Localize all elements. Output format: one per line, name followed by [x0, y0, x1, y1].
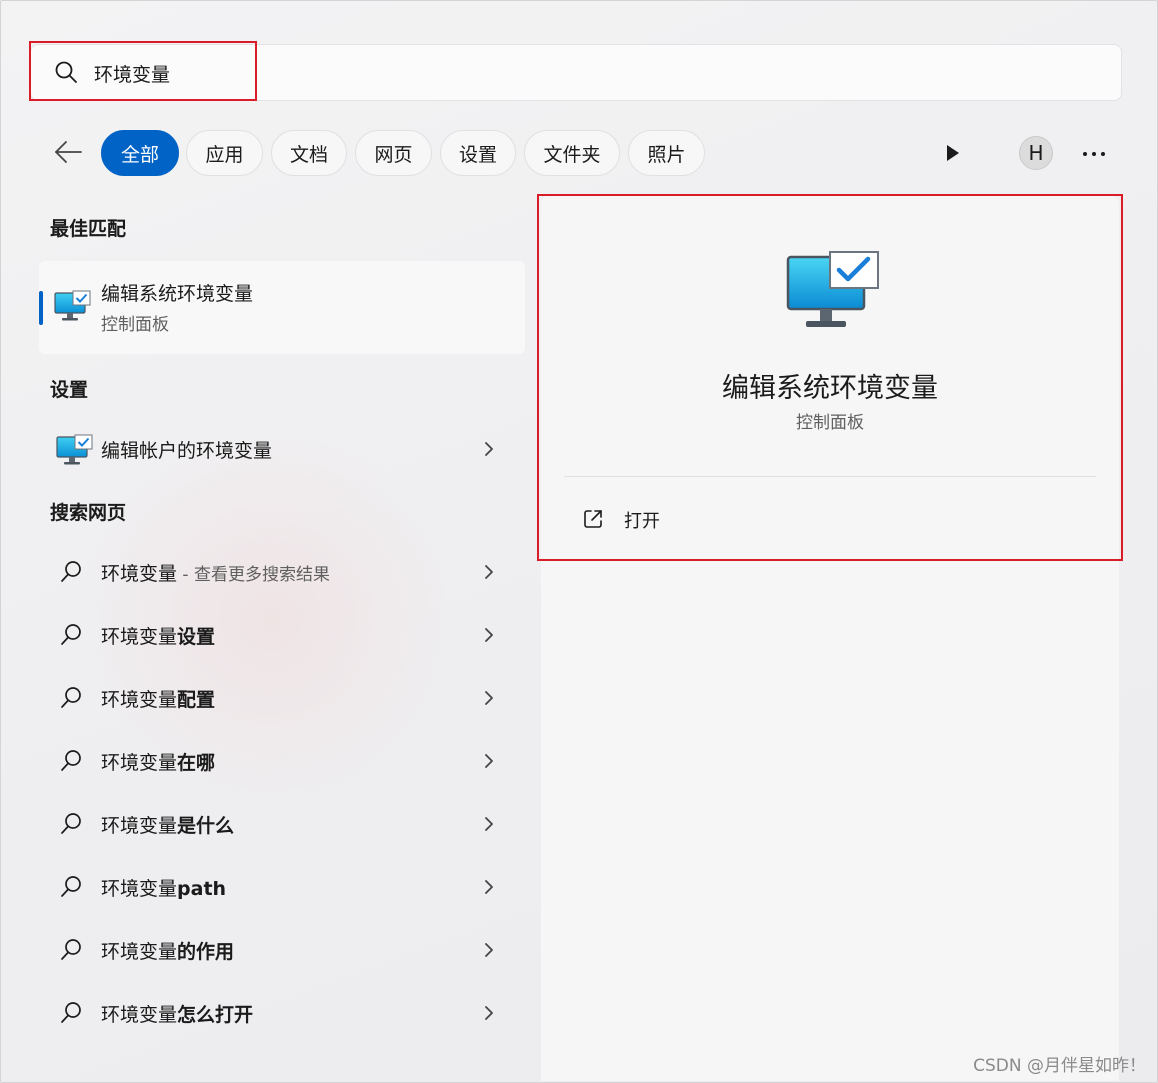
web-result-label: 环境变量配置 [101, 689, 216, 711]
tab-settings[interactable]: 设置 [440, 130, 516, 176]
search-icon [61, 1002, 81, 1023]
best-match-card[interactable] [39, 261, 525, 354]
web-result-label: 环境变量path [101, 878, 227, 900]
web-result-label: 环境变量是什么 [101, 815, 235, 837]
monitor-check-icon [56, 434, 93, 465]
monitor-check-icon [54, 290, 91, 321]
settings-item-edit-account-env[interactable]: 编辑帐户的环境变量 [45, 421, 525, 477]
chevron-right-icon [485, 1006, 493, 1020]
tab-apps[interactable]: 应用 [186, 130, 263, 176]
best-match-subtitle: 控制面板 [101, 315, 169, 335]
web-result-label: 环境变量在哪 [101, 752, 216, 774]
search-highlight-box [29, 41, 257, 101]
web-result-label: 环境变量的作用 [101, 941, 235, 963]
chevron-right-icon [485, 442, 493, 456]
web-result-item[interactable]: 环境变量怎么打开 [45, 985, 525, 1041]
avatar[interactable]: H [1019, 136, 1053, 170]
watermark: CSDN @月伴星如昨！ [973, 1056, 1146, 1076]
web-result-item[interactable]: 环境变量path [45, 859, 525, 915]
play-icon[interactable] [944, 143, 962, 163]
tab-documents[interactable]: 文档 [271, 130, 347, 176]
web-result-label: 环境变量怎么打开 [101, 1004, 254, 1026]
chevron-right-icon [485, 880, 493, 894]
detail-highlight-box [537, 194, 1123, 561]
web-result-item[interactable]: 环境变量在哪 [45, 733, 525, 789]
search-icon [61, 813, 81, 834]
tab-folders[interactable]: 文件夹 [524, 130, 620, 176]
search-icon [61, 939, 81, 960]
web-result-label: 环境变量设置 [101, 626, 216, 648]
web-result-item[interactable]: 环境变量配置 [45, 670, 525, 726]
chevron-right-icon [485, 565, 493, 579]
tab-photos[interactable]: 照片 [628, 130, 705, 176]
settings-item-label: 编辑帐户的环境变量 [101, 440, 273, 462]
search-icon [61, 624, 81, 645]
web-result-item[interactable]: 环境变量的作用 [45, 922, 525, 978]
tab-all[interactable]: 全部 [101, 130, 179, 176]
web-search-heading: 搜索网页 [50, 502, 127, 524]
chevron-right-icon [485, 754, 493, 768]
search-icon [61, 876, 81, 897]
chevron-right-icon [485, 628, 493, 642]
more-options-icon[interactable] [1079, 150, 1109, 158]
chevron-right-icon [485, 817, 493, 831]
settings-heading: 设置 [50, 379, 89, 401]
chevron-right-icon [485, 691, 493, 705]
selection-indicator [39, 291, 43, 325]
search-icon [61, 687, 81, 708]
best-match-title: 编辑系统环境变量 [101, 283, 254, 305]
tab-web[interactable]: 网页 [355, 130, 432, 176]
web-result-item[interactable]: 环境变量是什么 [45, 796, 525, 852]
best-match-heading: 最佳匹配 [50, 218, 127, 240]
chevron-right-icon [485, 943, 493, 957]
search-icon [61, 750, 81, 771]
search-icon [61, 561, 81, 582]
web-result-item[interactable]: 环境变量 - 查看更多搜索结果 [45, 544, 525, 600]
web-result-item[interactable]: 环境变量设置 [45, 607, 525, 663]
back-arrow-icon[interactable] [52, 138, 84, 166]
web-result-label: 环境变量 - 查看更多搜索结果 [101, 563, 330, 585]
